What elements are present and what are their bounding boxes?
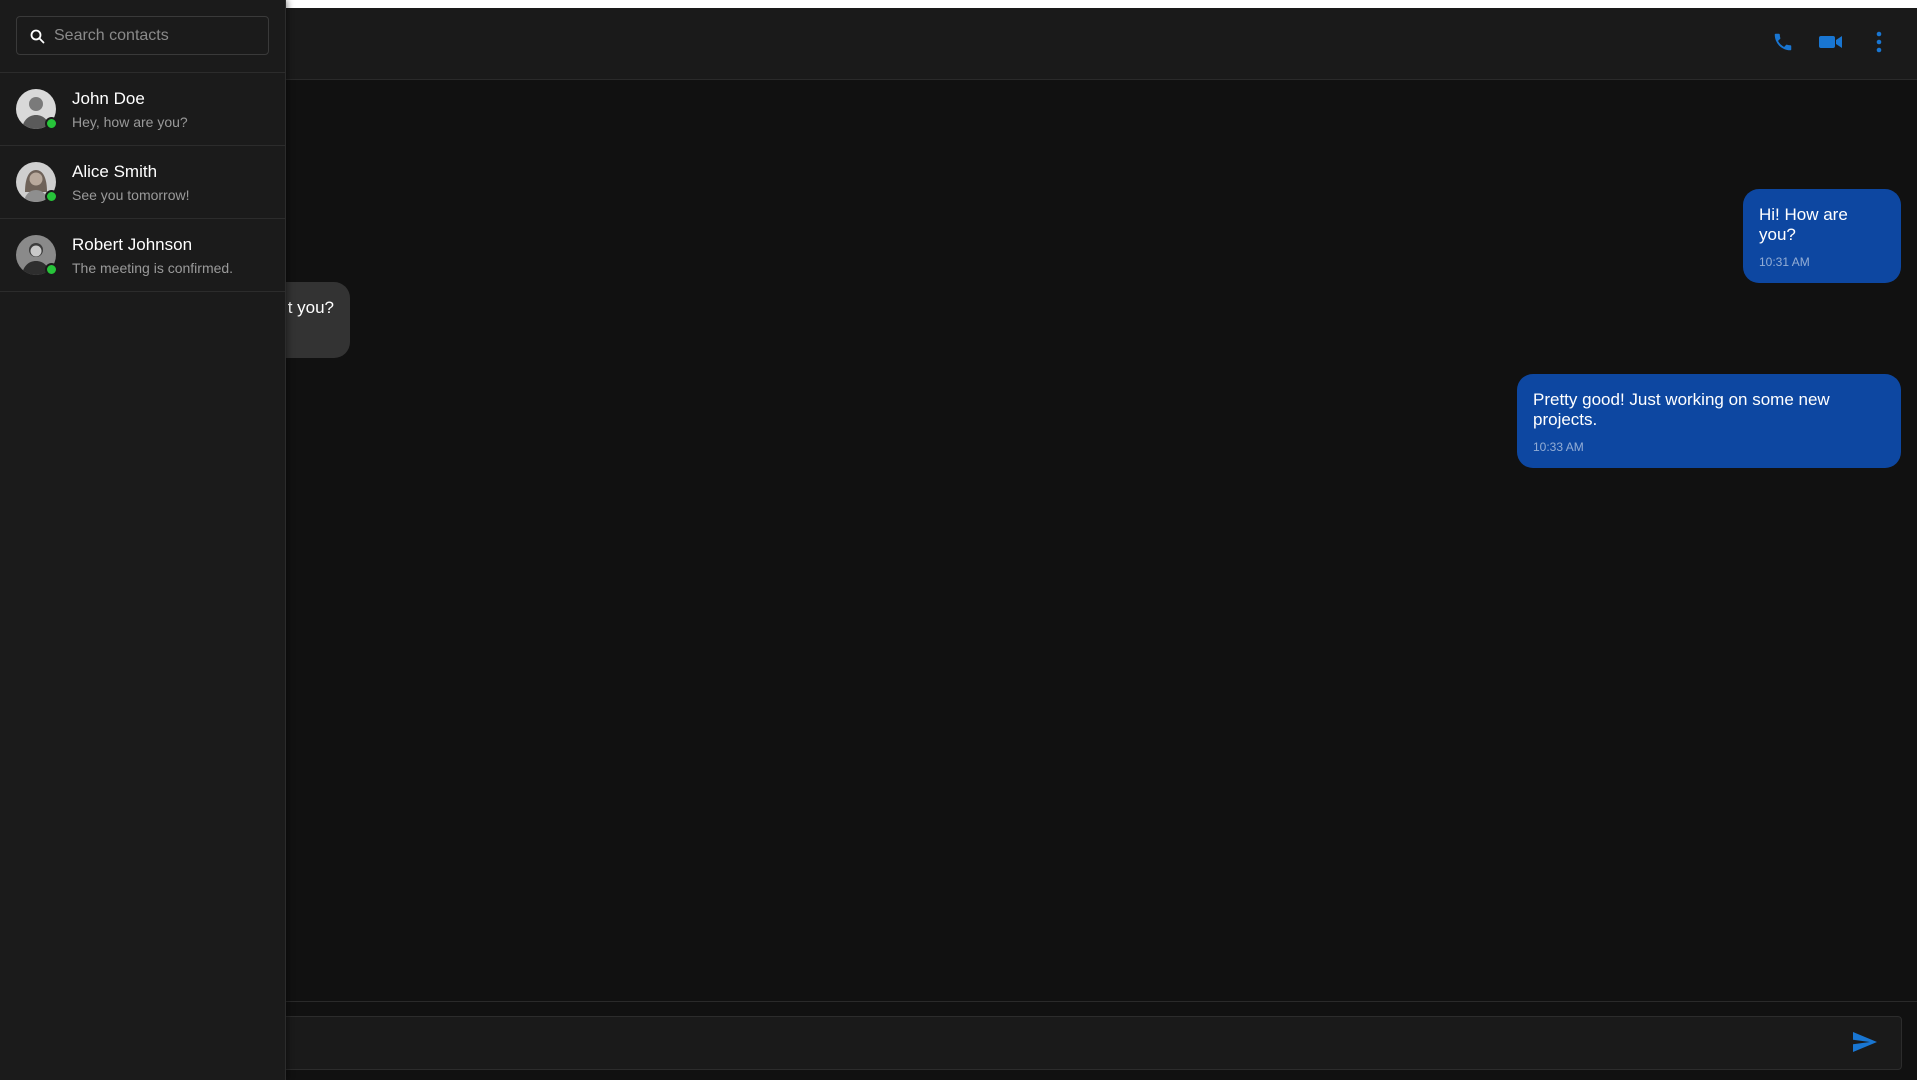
- message-bubble-outgoing: Pretty good! Just working on some new pr…: [1517, 374, 1901, 468]
- search-bar: [0, 0, 285, 73]
- contact-last-message: The meeting is confirmed.: [72, 260, 234, 276]
- more-options-button[interactable]: [1855, 20, 1903, 68]
- search-box: [16, 16, 269, 55]
- contact-name: John Doe: [72, 89, 145, 108]
- message-input[interactable]: [181, 1017, 1901, 1069]
- online-status-indicator: [45, 117, 58, 130]
- contact-item-john-doe[interactable]: John Doe Hey, how are you?: [0, 73, 285, 146]
- message-input-wrapper: [180, 1016, 1902, 1070]
- phone-icon: [1772, 31, 1794, 58]
- chat-header: [0, 8, 1917, 80]
- online-status-indicator: [45, 190, 58, 203]
- video-camera-icon: [1818, 31, 1844, 58]
- contact-name: Robert Johnson: [72, 235, 193, 254]
- contact-last-message: Hey, how are you?: [72, 114, 188, 130]
- more-vertical-icon: [1876, 31, 1882, 58]
- send-button[interactable]: [1843, 1022, 1887, 1066]
- message-time: 10:33 AM: [1533, 440, 1584, 454]
- search-input[interactable]: [17, 17, 268, 54]
- contact-item-robert-johnson[interactable]: Robert Johnson The meeting is confirmed.: [0, 219, 285, 292]
- message-text: Hi! How are you?: [1759, 205, 1848, 244]
- avatar: [16, 235, 58, 276]
- search-icon: [30, 29, 45, 44]
- header-actions: [1759, 8, 1903, 80]
- send-icon: [1852, 1031, 1878, 1058]
- message-composer: [0, 1001, 1917, 1080]
- contacts-sidebar: John Doe Hey, how are you? Alice Smith S…: [0, 0, 286, 1080]
- contact-name: Alice Smith: [72, 162, 158, 181]
- video-call-button[interactable]: [1807, 20, 1855, 68]
- avatar: [16, 162, 58, 203]
- avatar: [16, 89, 58, 130]
- message-text: t you?: [287, 298, 334, 317]
- message-text: Pretty good! Just working on some new pr…: [1533, 390, 1830, 429]
- contact-item-alice-smith[interactable]: Alice Smith See you tomorrow!: [0, 146, 285, 219]
- message-bubble-outgoing: Hi! How are you? 10:31 AM: [1743, 189, 1901, 283]
- message-time: 10:31 AM: [1759, 255, 1810, 269]
- chat-main: Hi! How are you? 10:31 AM t you? Pretty …: [0, 8, 1917, 1080]
- message-list: Hi! How are you? 10:31 AM t you? Pretty …: [0, 80, 1917, 1000]
- contact-last-message: See you tomorrow!: [72, 187, 190, 203]
- call-button[interactable]: [1759, 20, 1807, 68]
- online-status-indicator: [45, 263, 58, 276]
